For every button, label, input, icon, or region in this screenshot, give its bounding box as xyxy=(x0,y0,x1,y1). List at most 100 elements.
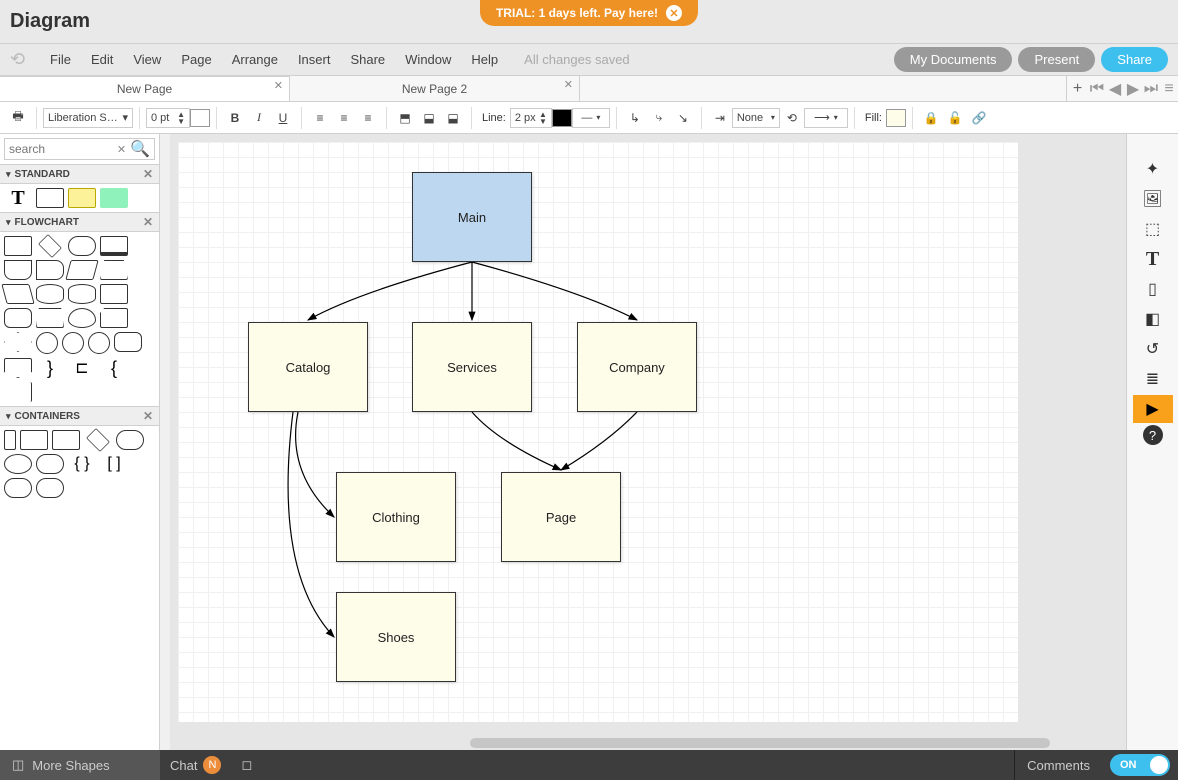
shape-diamond2[interactable] xyxy=(86,428,110,452)
first-page-icon[interactable]: ⏮ xyxy=(1088,76,1106,101)
shape-connector[interactable] xyxy=(36,332,58,354)
presentation-icon[interactable]: ▶ xyxy=(1133,395,1173,423)
node-page[interactable]: Page xyxy=(501,472,621,562)
print-icon[interactable]: 🖶 xyxy=(7,107,29,129)
prev-page-icon[interactable]: ◀ xyxy=(1106,76,1124,101)
shape-pill2[interactable] xyxy=(36,478,64,498)
menu-page[interactable]: Page xyxy=(171,52,221,67)
shape-brace[interactable]: } xyxy=(36,358,64,378)
line-width-input[interactable]: 2 px▲▼ xyxy=(510,108,552,128)
shape-term2[interactable] xyxy=(116,430,144,450)
shape-note[interactable] xyxy=(68,188,96,208)
menu-file[interactable]: File xyxy=(40,52,81,67)
page-icon[interactable]: ▯ xyxy=(1133,275,1173,303)
shape-hlane[interactable] xyxy=(20,430,48,450)
shape-delay[interactable] xyxy=(68,308,96,328)
menu-help[interactable]: Help xyxy=(461,52,508,67)
shape-frame[interactable] xyxy=(52,430,80,450)
history-icon[interactable]: ↺ xyxy=(1133,335,1173,363)
present-button[interactable]: Present xyxy=(1018,47,1095,72)
shape-internal[interactable] xyxy=(100,284,128,304)
connector-elbow-icon[interactable]: ⤷ xyxy=(648,107,670,129)
shape-brace2[interactable]: { } xyxy=(68,454,96,474)
tab-new-page[interactable]: New Page ✕ xyxy=(0,76,290,101)
canvas[interactable]: MainCatalogServicesCompanyClothingPageSh… xyxy=(178,142,1018,722)
text-color-swatch[interactable] xyxy=(190,109,210,127)
shape-offpage[interactable] xyxy=(114,332,142,352)
shape-data[interactable] xyxy=(65,260,98,280)
trial-banner[interactable]: TRIAL: 1 days left. Pay here! ✕ xyxy=(480,0,698,26)
text-tool-icon[interactable]: T xyxy=(1133,245,1173,273)
section-containers[interactable]: ▾ CONTAINERS ✕ xyxy=(0,406,159,426)
close-icon[interactable]: ✕ xyxy=(143,215,153,229)
lock-icon[interactable]: 🔒 xyxy=(920,107,942,129)
menu-view[interactable]: View xyxy=(123,52,171,67)
navigator-icon[interactable]: ✦ xyxy=(1133,155,1173,183)
arrow-end-select[interactable]: ⟶▾ xyxy=(804,108,848,128)
shape-document[interactable] xyxy=(4,308,32,328)
menu-share[interactable]: Share xyxy=(340,52,395,67)
unlock-icon[interactable]: 🔓 xyxy=(944,107,966,129)
shape-manual[interactable] xyxy=(36,308,64,328)
image-icon[interactable]: 🖼 xyxy=(1133,185,1173,213)
section-standard[interactable]: ▾ STANDARD ✕ xyxy=(0,164,159,184)
font-size-input[interactable]: 0 pt▲▼ xyxy=(146,108,190,128)
shape-process[interactable] xyxy=(4,236,32,256)
shape-display[interactable] xyxy=(4,260,32,280)
close-icon[interactable]: ✕ xyxy=(143,409,153,423)
shape-or[interactable] xyxy=(88,332,110,354)
shape-text[interactable]: T xyxy=(4,188,32,208)
left-scrollbar[interactable] xyxy=(160,134,170,750)
underline-button[interactable]: U xyxy=(272,107,294,129)
shape-note-left[interactable]: ⊏ xyxy=(68,358,96,378)
maximize-icon[interactable]: ◻ xyxy=(231,757,262,773)
comments-toggle[interactable]: ON xyxy=(1110,754,1170,776)
valign-top-icon[interactable]: ⬒ xyxy=(394,107,416,129)
node-clothing[interactable]: Clothing xyxy=(336,472,456,562)
style-icon[interactable]: ◧ xyxy=(1133,305,1173,333)
search-icon[interactable]: 🔍 xyxy=(130,139,150,159)
shape-decision[interactable] xyxy=(38,234,62,258)
shape-rect[interactable] xyxy=(36,188,64,208)
last-page-icon[interactable]: ⏭ xyxy=(1142,76,1160,101)
shape-pill[interactable] xyxy=(4,478,32,498)
share-button[interactable]: Share xyxy=(1101,47,1168,72)
menu-arrange[interactable]: Arrange xyxy=(222,52,288,67)
node-company[interactable]: Company xyxy=(577,322,697,412)
bold-button[interactable]: B xyxy=(224,107,246,129)
link-icon[interactable]: 🔗 xyxy=(968,107,990,129)
align-left-icon[interactable]: ≡ xyxy=(309,107,331,129)
shape-database[interactable] xyxy=(36,284,64,304)
line-color-swatch[interactable] xyxy=(552,109,572,127)
valign-bottom-icon[interactable]: ⬓ xyxy=(442,107,464,129)
shape-parallelogram[interactable] xyxy=(1,284,34,304)
shape-brace-left[interactable]: { xyxy=(100,358,128,378)
close-icon[interactable]: ✕ xyxy=(666,5,682,21)
shape-terminator[interactable] xyxy=(68,236,96,256)
masterpage-icon[interactable]: ⬚ xyxy=(1133,215,1173,243)
help-icon[interactable]: ? xyxy=(1143,425,1163,445)
shape-highlight[interactable] xyxy=(100,188,128,208)
menu-window[interactable]: Window xyxy=(395,52,461,67)
more-shapes-button[interactable]: ◫ More Shapes xyxy=(0,750,160,780)
shape-sort[interactable] xyxy=(4,332,32,352)
my-documents-button[interactable]: My Documents xyxy=(894,47,1013,72)
node-shoes[interactable]: Shoes xyxy=(336,592,456,682)
search-input[interactable]: ✕ 🔍 xyxy=(4,138,155,160)
shape-sum[interactable] xyxy=(62,332,84,354)
section-flowchart[interactable]: ▾ FLOWCHART ✕ xyxy=(0,212,159,232)
menu-edit[interactable]: Edit xyxy=(81,52,123,67)
shape-vlane[interactable] xyxy=(4,430,16,450)
chat-button[interactable]: Chat N xyxy=(160,750,231,780)
shape-trapezoid[interactable] xyxy=(100,260,128,280)
shape-predefined[interactable] xyxy=(100,236,128,256)
node-catalog[interactable]: Catalog xyxy=(248,322,368,412)
shape-merge[interactable] xyxy=(4,358,32,378)
shape-swimlane[interactable] xyxy=(4,382,32,402)
shape-ellipse[interactable] xyxy=(4,454,32,474)
shape-bracket[interactable]: [ ] xyxy=(100,454,128,474)
connector-straight-icon[interactable]: ↘ xyxy=(672,107,694,129)
shape-direct[interactable] xyxy=(68,284,96,304)
layers-icon[interactable]: ≣ xyxy=(1133,365,1173,393)
endpoint-icon[interactable]: ⇥ xyxy=(709,107,731,129)
